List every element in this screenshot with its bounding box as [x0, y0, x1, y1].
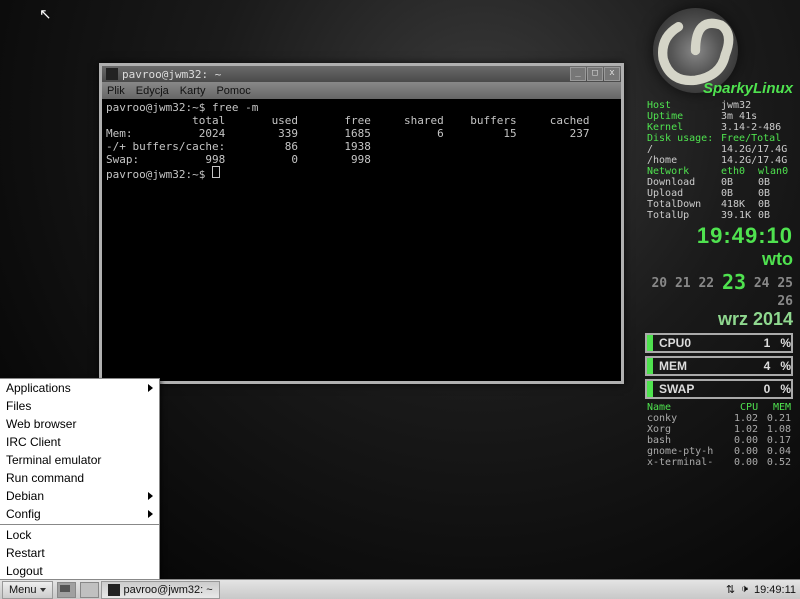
menu-logout[interactable]: Logout: [0, 562, 159, 580]
terminal-title: pavroo@jwm32: ~: [122, 68, 221, 81]
volume-icon[interactable]: 🕩: [741, 583, 748, 596]
menu-pomoc[interactable]: Pomoc: [216, 85, 250, 97]
menu-web-browser[interactable]: Web browser: [0, 415, 159, 433]
cpu-bar: CPU01%: [645, 333, 793, 353]
conky-day: wto: [645, 249, 793, 270]
task-terminal[interactable]: pavroo@jwm32: ~: [101, 581, 220, 599]
terminal-window[interactable]: pavroo@jwm32: ~ _ □ x Plik Edycja Karty …: [99, 63, 624, 384]
network-icon[interactable]: ⇅: [726, 583, 735, 596]
menu-run-command[interactable]: Run command: [0, 469, 159, 487]
menu-restart[interactable]: Restart: [0, 544, 159, 562]
system-tray: ⇅ 🕩 19:49:11: [720, 583, 800, 596]
chevron-down-icon: [40, 588, 46, 592]
terminal-icon: [108, 584, 120, 596]
menu-lock[interactable]: Lock: [0, 526, 159, 544]
menu-edycja[interactable]: Edycja: [136, 85, 169, 97]
pager-1[interactable]: [57, 582, 76, 598]
terminal-menubar: Plik Edycja Karty Pomoc: [102, 82, 621, 99]
distro-name: SparkyLinux: [645, 80, 793, 97]
terminal-icon: [106, 68, 118, 80]
conky-panel: SparkyLinux Hostjwm32 Uptime3m 41s Kerne…: [645, 80, 793, 468]
maximize-button[interactable]: □: [587, 67, 603, 81]
conky-calendar: 20 21 22 23 24 25 26: [645, 270, 793, 309]
terminal-output[interactable]: pavroo@jwm32:~$ free -m total used free …: [102, 99, 621, 183]
process-table: NameCPUMEM conky1.020.21 Xorg1.021.08 ba…: [645, 402, 793, 468]
start-menu: Applications Files Web browser IRC Clien…: [0, 378, 160, 580]
menu-separator: [0, 524, 159, 525]
menu-config[interactable]: Config: [0, 505, 159, 523]
menu-karty[interactable]: Karty: [180, 85, 206, 97]
menu-plik[interactable]: Plik: [107, 85, 125, 97]
mem-bar: MEM4%: [645, 356, 793, 376]
menu-debian[interactable]: Debian: [0, 487, 159, 505]
menu-files[interactable]: Files: [0, 397, 159, 415]
menu-irc-client[interactable]: IRC Client: [0, 433, 159, 451]
mouse-cursor: ↖: [39, 5, 52, 23]
taskbar: Menu pavroo@jwm32: ~ ⇅ 🕩 19:49:11: [0, 579, 800, 599]
terminal-titlebar[interactable]: pavroo@jwm32: ~ _ □ x: [102, 66, 621, 82]
cursor-block: [212, 166, 220, 178]
close-button[interactable]: x: [604, 67, 620, 81]
swap-bar: SWAP0%: [645, 379, 793, 399]
conky-month: wrz 2014: [645, 309, 793, 330]
taskbar-clock[interactable]: 19:49:11: [754, 584, 796, 596]
menu-applications[interactable]: Applications: [0, 379, 159, 397]
minimize-button[interactable]: _: [570, 67, 586, 81]
conky-time: 19:49:10: [645, 223, 793, 249]
menu-button[interactable]: Menu: [2, 581, 53, 599]
pager-2[interactable]: [80, 582, 99, 598]
menu-terminal[interactable]: Terminal emulator: [0, 451, 159, 469]
